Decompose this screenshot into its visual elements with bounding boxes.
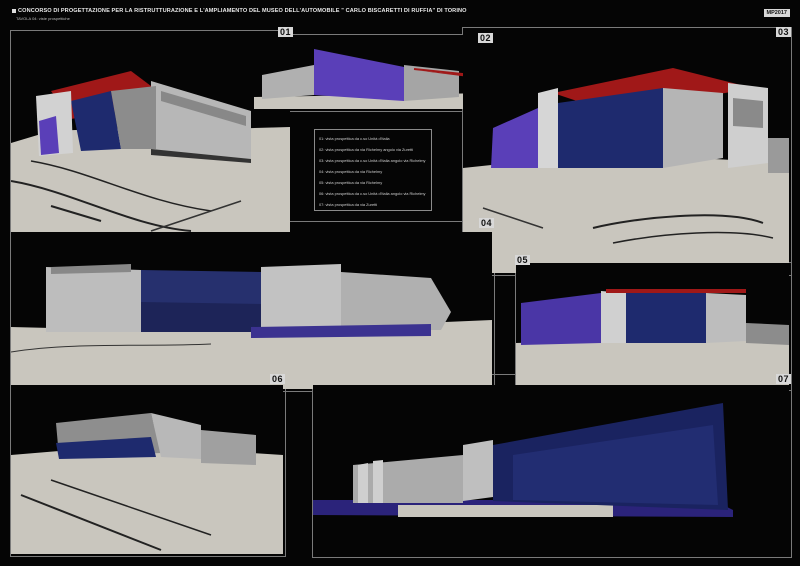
board-subtitle: TAVOLA 04: viste prospettiche [16,16,70,21]
board-title: CONCORSO DI PROGETTAZIONE PER LA RISTRUT… [12,8,467,14]
legend-item: 05: vista prospettica da via Richelmy [319,180,383,185]
rendering-view-05 [516,263,789,388]
board-title-text: CONCORSO DI PROGETTAZIONE PER LA RISTRUT… [18,8,467,14]
legend-item: 01: vista prospettica da c.so Unità d'It… [319,136,390,141]
legend-item: 03: vista prospettica da c.so Unità d'It… [319,158,426,163]
legend-item: 06: vista prospettica da c.so Unità d'It… [319,191,426,196]
view-number-04: 04 [479,218,495,228]
view-number-02: 02 [478,33,494,43]
title-square-icon [12,8,16,13]
legend-item: 04: vista prospettica da via Richelmy [319,169,383,174]
rendering-view-07 [313,385,789,555]
rendering-view-02 [254,35,492,109]
rendering-view-06 [11,385,283,554]
legend-item: 02: vista prospettica da via Richelmy an… [319,147,414,152]
views-legend: 01: vista prospettica da c.so Unità d'It… [314,129,432,211]
rendering-view-03 [463,28,789,273]
view-number-07: 07 [776,374,792,384]
view-number-06: 06 [270,374,286,384]
view-number-05: 05 [515,255,531,265]
board-code-badge: MP2017 [763,9,790,17]
rendering-view-01 [11,31,290,238]
view-number-01: 01 [278,27,294,37]
legend-item: 07: vista prospettica da via Zuretti [319,202,378,207]
view-number-03: 03 [776,27,792,37]
rendering-view-04 [11,232,492,389]
